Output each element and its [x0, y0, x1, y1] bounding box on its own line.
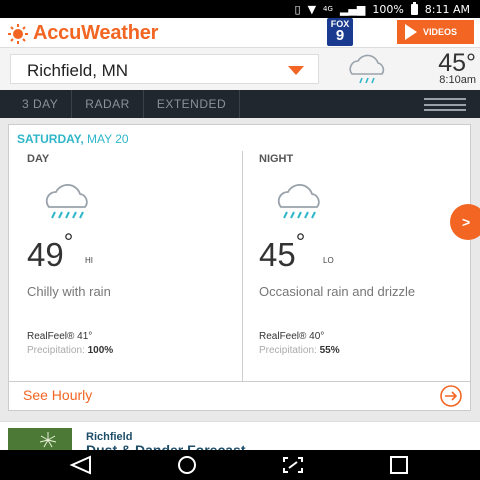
recent-apps-icon[interactable] — [386, 455, 412, 475]
status-icons: ▯ ▼ 4G ▂▄▆ 100% 8:11 AM — [294, 1, 470, 16]
status-bar: ▯ ▼ 4G ▂▄▆ 100% 8:11 AM — [0, 0, 480, 18]
day-label: DAY — [27, 153, 50, 165]
battery-percent: 100% — [372, 2, 404, 16]
current-time: 8:10am — [439, 74, 476, 86]
day-forecast[interactable]: DAY 49° HI Chilly with rain RealFeel® 41… — [27, 153, 247, 383]
day-precip-value: 100% — [87, 345, 114, 356]
forecast-date: SATURDAY, MAY 20 — [17, 132, 129, 146]
day-temperature: 49° — [27, 229, 73, 274]
brand-name: AccuWeather — [33, 22, 159, 44]
lte-label: 4G — [323, 5, 333, 13]
forecast-card: SATURDAY, MAY 20 DAY 49° HI Chilly with … — [8, 124, 471, 411]
battery-icon — [410, 1, 418, 15]
night-hilo: LO — [323, 256, 334, 265]
day-realfeel: RealFeel® 41° — [27, 331, 93, 342]
forecast-weekday: SATURDAY, — [17, 132, 84, 146]
play-icon — [405, 24, 417, 40]
signal-icon: ▂▄▆ — [339, 2, 366, 16]
day-condition: Chilly with rain — [27, 284, 111, 299]
rain-cloud-icon — [45, 183, 88, 219]
videos-button[interactable]: VIDEOS — [397, 20, 474, 44]
location-row: Richfield, MN — [0, 48, 480, 90]
rain-cloud-icon — [277, 183, 320, 219]
tab-radar[interactable]: RADAR — [72, 90, 144, 118]
see-hourly-row[interactable]: See Hourly — [9, 381, 470, 410]
night-forecast[interactable]: NIGHT 45° LO Occasional rain and drizzle… — [259, 153, 479, 383]
wifi-icon: ▼ — [307, 2, 317, 16]
day-temp-value: 49 — [27, 236, 64, 273]
arrow-right-circle-icon[interactable] — [440, 385, 462, 407]
day-degree: ° — [63, 229, 74, 256]
location-name: Richfield, MN — [27, 61, 129, 80]
night-label: NIGHT — [259, 153, 294, 165]
tab-extended[interactable]: EXTENDED — [144, 90, 241, 118]
night-precip-value: 55% — [319, 345, 340, 356]
column-divider — [242, 151, 243, 381]
day-precipitation: Precipitation: 100% — [27, 345, 113, 356]
back-icon[interactable] — [68, 455, 94, 475]
menu-icon[interactable] — [424, 98, 466, 111]
system-nav-bar — [0, 450, 480, 480]
see-hourly-link[interactable]: See Hourly — [23, 387, 92, 403]
night-temp-value: 45 — [259, 236, 296, 273]
night-precip-label: Precipitation: — [259, 345, 317, 356]
night-degree: ° — [295, 229, 306, 256]
rain-cloud-icon — [349, 54, 385, 84]
night-condition: Occasional rain and drizzle — [259, 284, 416, 299]
day-hilo: HI — [85, 256, 93, 265]
location-dropdown[interactable]: Richfield, MN — [10, 54, 319, 84]
screen: ▯ ▼ 4G ▂▄▆ 100% 8:11 AM AccuWeather FOX … — [0, 0, 480, 480]
night-precipitation: Precipitation: 55% — [259, 345, 340, 356]
home-icon[interactable] — [174, 455, 200, 475]
night-temperature: 45° — [259, 229, 305, 274]
day-precip-label: Precipitation: — [27, 345, 85, 356]
dropdown-caret-icon — [288, 66, 304, 75]
clock: 8:11 AM — [424, 2, 470, 16]
sun-logo-icon — [8, 23, 28, 44]
next-day-button[interactable]: > — [450, 204, 480, 240]
screen-capture-icon[interactable] — [280, 455, 306, 475]
tab-3-day[interactable]: 3 DAY — [0, 90, 73, 118]
accuweather-logo[interactable]: AccuWeather — [8, 22, 158, 45]
vibrate-icon: ▯ — [294, 2, 301, 16]
fox9-logo[interactable]: FOX 9 — [327, 18, 353, 46]
app-header: AccuWeather FOX 9 VIDEOS — [0, 18, 480, 48]
forecast-day-of-month: MAY 20 — [87, 132, 129, 146]
night-realfeel: RealFeel® 40° — [259, 331, 325, 342]
fox9-logo-number: 9 — [335, 27, 345, 44]
tab-bar: 3 DAY RADAR EXTENDED — [0, 90, 480, 118]
current-temperature: 45° — [438, 49, 476, 77]
videos-label: VIDEOS — [423, 27, 458, 37]
